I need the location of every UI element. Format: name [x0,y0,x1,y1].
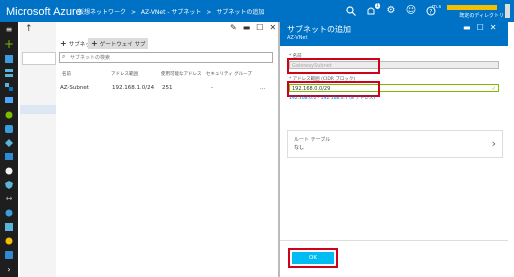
user-name-redacted [447,5,497,10]
top-icons: 1 ⚙ ☺ ? [344,3,438,18]
subnet-search-input[interactable] [70,53,260,62]
shield-icon[interactable] [4,180,14,190]
plus-icon: + [91,39,98,48]
add-subnet-blade: サブネットの追加 AZ-VNet ▬ ☐ ✕ * 名前 GatewaySubne… [279,22,508,277]
all-resources-icon[interactable] [4,68,14,78]
puzzle-icon[interactable] [4,110,14,120]
security-center-icon[interactable] [4,250,14,260]
selected-row[interactable] [20,105,56,114]
arrows-icon[interactable]: ↔ [4,194,14,204]
blade-footer-divider [280,240,508,241]
gear-icon[interactable]: ⚙ [384,4,398,18]
route-table-label: ルート テーブル [294,137,331,143]
search-icon[interactable] [344,4,358,18]
subnet-row-name[interactable]: AZ-Subnet [60,85,89,91]
route-table-card[interactable]: ルート テーブル なし › [287,130,503,158]
blade-controls: ✎ ▬ ☐ ✕ [56,22,278,34]
heart-icon[interactable] [4,208,14,218]
clock-icon[interactable] [4,166,14,176]
hamburger-icon[interactable]: ≡ [4,25,14,35]
plus-icon: + [60,39,67,48]
collapsed-blade: ↑ [20,22,57,277]
breadcrumb-sep: > [206,9,212,16]
column-header-address-range[interactable]: アドレス範囲 [111,71,138,77]
chevron-right-icon[interactable]: › [4,265,14,275]
subnets-toolbar: + サブネット + ゲートウェイ サブ [56,36,278,49]
highlight-name-field [287,58,380,74]
notification-icon[interactable]: 1 [364,3,380,18]
cidr-hint: 192.168.0.0 - 192.168.0.7 (8 アドレス) [289,96,376,101]
user-menu[interactable]: m.s 既定のディレクトリ [430,4,510,20]
breadcrumb-sep: > [130,9,136,16]
resource-groups-icon[interactable] [4,82,14,92]
notification-badge: 1 [374,3,380,9]
route-table-value: なし [294,145,305,151]
column-header-name[interactable]: 名前 [62,71,71,77]
close-icon[interactable]: ✕ [269,23,276,32]
diamond-icon[interactable] [4,138,14,148]
breadcrumb: 仮想ネットワーク > AZ-VNet - サブネット > サブネットの追加 [78,7,267,16]
add-subnet-header: サブネットの追加 AZ-VNet ▬ ☐ ✕ [280,22,508,46]
new-resource-icon[interactable]: + [4,38,14,50]
breadcrumb-vnet[interactable]: 仮想ネットワーク [78,9,126,16]
top-bar: Microsoft Azure 仮想ネットワーク > AZ-VNet - サブネ… [0,0,514,22]
pin-icon[interactable]: ✎ [230,23,237,32]
check-icon: ✓ [491,86,496,92]
chevron-right-icon: › [491,137,496,150]
minimize-icon[interactable]: ▬ [463,23,471,32]
maximize-icon[interactable]: ☐ [256,23,263,32]
search-icon: ⌕ [62,53,66,60]
user-directory: 既定のディレクトリ [459,13,504,19]
sql-icon[interactable] [4,124,14,134]
dashboard-icon[interactable] [4,54,14,64]
subnet-search-box: ⌕ [59,52,273,63]
column-header-security-group[interactable]: セキュリティ グループ [206,71,252,77]
more-options-icon[interactable]: ... [260,85,265,91]
subnet-row-available: 251 [162,85,173,91]
collapsed-search-box[interactable] [22,52,56,65]
column-header-available[interactable]: 使用可能なアドレス [161,71,202,77]
user-name: m.s [432,4,442,10]
maximize-icon[interactable]: ☐ [477,23,484,32]
cost-icon[interactable] [4,236,14,246]
close-icon[interactable]: ✕ [490,23,497,32]
app-services-icon[interactable] [4,96,14,106]
sidebar: ≡ + ↔ › [0,22,18,277]
arrow-icon[interactable]: ↑ [25,24,33,34]
blade-subtitle: AZ-VNet [287,35,308,41]
brand-logo[interactable]: Microsoft Azure [6,6,82,18]
cloud-service-icon[interactable] [4,152,14,162]
smiley-icon[interactable]: ☺ [404,4,418,18]
subnet-row-security-group: - [211,85,213,91]
blade-title: サブネットの追加 [287,25,351,34]
breadcrumb-add-subnet[interactable]: サブネットの追加 [216,9,264,16]
subnets-blade: ✎ ▬ ☐ ✕ + サブネット + ゲートウェイ サブ ⌕ 名前 アドレス範囲 … [56,22,279,277]
minimize-icon[interactable]: ▬ [243,23,251,32]
advisor-icon[interactable] [4,222,14,232]
subnet-row-address-range: 192.168.1.0/24 [112,85,155,91]
add-gateway-subnet-button[interactable]: + ゲートウェイ サブ [88,38,149,49]
highlight-ok-button [288,248,338,268]
breadcrumb-subnets[interactable]: AZ-VNet - サブネット [141,9,202,16]
avatar [505,4,510,18]
